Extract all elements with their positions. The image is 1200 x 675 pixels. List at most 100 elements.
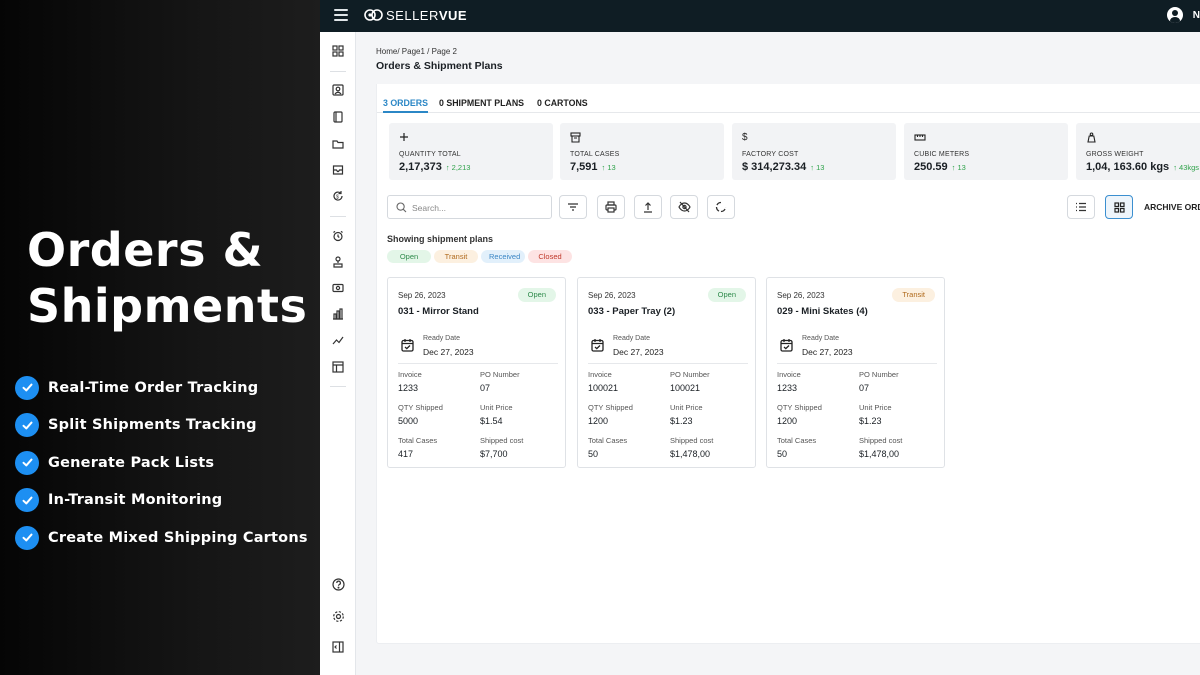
sidebar-divider <box>330 71 346 72</box>
dashboard-icon[interactable] <box>331 44 345 58</box>
sidebar: $ <box>320 32 356 675</box>
refresh-button[interactable] <box>707 195 735 219</box>
stat-total-cases: TOTAL CASES 7,591 ↑ 13 <box>560 123 724 180</box>
sidebar-divider <box>330 216 346 217</box>
eye-off-icon <box>677 201 691 213</box>
stat-label: TOTAL CASES <box>570 151 620 158</box>
field-label: Invoice <box>588 370 612 379</box>
feature-text: Create Mixed Shipping Cartons <box>48 529 308 546</box>
table-icon[interactable] <box>331 360 345 374</box>
field-label: QTY Shipped <box>398 403 443 412</box>
search-box[interactable] <box>387 195 552 219</box>
field-label: PO Number <box>480 370 520 379</box>
ready-date-label: Ready Date <box>423 335 460 342</box>
stat-gross-weight: GROSS WEIGHT 1,04, 163.60 kgs ↑ 43kgs <box>1076 123 1200 180</box>
box-icon <box>570 132 581 143</box>
sync-icon[interactable]: $ <box>331 189 345 203</box>
menu-icon[interactable] <box>334 9 348 21</box>
stat-value: 2,17,373 ↑ 2,213 <box>399 161 471 173</box>
user-menu[interactable]: N <box>1166 7 1200 23</box>
ready-date-label: Ready Date <box>613 335 650 342</box>
stat-value: 250.59 ↑ 13 <box>914 161 966 173</box>
grid-view-button[interactable] <box>1105 195 1133 219</box>
filter-button[interactable] <box>559 195 587 219</box>
contact-icon[interactable] <box>331 83 345 97</box>
book-icon[interactable] <box>331 110 345 124</box>
ready-date-value: Dec 27, 2023 <box>423 347 474 357</box>
logo[interactable]: SELLERVUE <box>364 7 467 23</box>
top-bar: SELLERVUE N <box>320 0 1200 32</box>
search-icon <box>396 202 407 213</box>
card-title: 033 - Paper Tray (2) <box>588 306 676 317</box>
field-label: Invoice <box>398 370 422 379</box>
page-title: Orders & Shipment Plans <box>376 60 503 72</box>
promo-panel: Orders & Shipments Real-Time Order Track… <box>0 0 320 675</box>
help-icon[interactable] <box>331 577 345 591</box>
collapse-icon[interactable] <box>331 640 345 654</box>
stat-cubic-meters: CUBIC METERS 250.59 ↑ 13 <box>904 123 1068 180</box>
user-initial: N <box>1192 9 1200 21</box>
badge-transit[interactable]: Transit <box>434 250 478 263</box>
search-input[interactable] <box>412 200 542 215</box>
card-title: 031 - Mirror Stand <box>398 306 479 317</box>
calendar-icon <box>780 339 793 352</box>
stat-delta: ↑ 13 <box>810 163 825 172</box>
field-label: Unit Price <box>670 403 703 412</box>
field-label: Total Cases <box>777 436 817 445</box>
field-label: Total Cases <box>398 436 438 445</box>
field-value: 417 <box>398 449 414 459</box>
field-value: $1.54 <box>480 416 503 426</box>
feature-item: Real-Time Order Tracking <box>15 369 308 407</box>
trend-icon[interactable] <box>331 333 345 347</box>
shipment-card[interactable]: Sep 26, 2023 031 - Mirror Stand Open Rea… <box>387 277 566 468</box>
badge-received[interactable]: Received <box>481 250 525 263</box>
shipment-card[interactable]: Sep 26, 2023 029 - Mini Skates (4) Trans… <box>766 277 945 468</box>
field-value: 50 <box>777 449 788 459</box>
field-value: 1233 <box>777 383 798 393</box>
breadcrumb[interactable]: Home/ Page1 / Page 2 <box>376 47 457 56</box>
field-label: Total Cases <box>588 436 628 445</box>
check-icon <box>15 375 39 400</box>
hide-button[interactable] <box>670 195 698 219</box>
shipment-card[interactable]: Sep 26, 2023 033 - Paper Tray (2) Open R… <box>577 277 756 468</box>
stat-delta: ↑ 2,213 <box>445 163 471 172</box>
svg-text:$: $ <box>336 194 339 200</box>
stat-delta: ↑ 13 <box>951 163 966 172</box>
ready-date-value: Dec 27, 2023 <box>802 347 853 357</box>
archive-orders-button[interactable]: ARCHIVE ORD <box>1144 202 1200 212</box>
field-label: Shipped cost <box>859 436 903 445</box>
field-value: 100021 <box>588 383 619 393</box>
field-value: 1233 <box>398 383 419 393</box>
check-icon <box>15 450 39 475</box>
card-date: Sep 26, 2023 <box>588 291 636 300</box>
alarm-icon[interactable] <box>331 229 345 243</box>
tab-bar: 3 ORDERS 0 SHIPMENT PLANS 0 CARTONS <box>377 93 1200 113</box>
badge-open[interactable]: Open <box>387 250 431 263</box>
ready-date-label: Ready Date <box>802 335 839 342</box>
badge-closed[interactable]: Closed <box>528 250 572 263</box>
stat-label: CUBIC METERS <box>914 151 970 158</box>
logo-icon <box>364 9 383 21</box>
tab-orders[interactable]: 3 ORDERS <box>383 98 428 113</box>
money-icon[interactable] <box>331 281 345 295</box>
tab-shipment-plans[interactable]: 0 SHIPMENT PLANS <box>439 98 524 113</box>
field-label: Invoice <box>777 370 801 379</box>
feature-list: Real-Time Order Tracking Split Shipments… <box>15 369 308 557</box>
settings-icon[interactable] <box>331 609 345 623</box>
stat-label: FACTORY COST <box>742 151 799 158</box>
folder-icon[interactable] <box>331 137 345 151</box>
tab-cartons[interactable]: 0 CARTONS <box>537 98 588 113</box>
field-label: Unit Price <box>859 403 892 412</box>
inbox-icon[interactable] <box>331 163 345 177</box>
bar-chart-icon[interactable] <box>331 307 345 321</box>
status-badge: Transit <box>892 288 935 302</box>
grid-icon <box>1113 201 1125 213</box>
page-header: Home/ Page1 / Page 2 Orders & Shipment P… <box>376 42 1200 84</box>
list-view-button[interactable] <box>1067 195 1095 219</box>
logo-text: SELLERVUE <box>386 7 468 23</box>
check-icon <box>15 525 39 550</box>
feature-item: Split Shipments Tracking <box>15 407 308 445</box>
print-button[interactable] <box>597 195 625 219</box>
stamp-icon[interactable] <box>331 255 345 269</box>
upload-button[interactable] <box>634 195 662 219</box>
